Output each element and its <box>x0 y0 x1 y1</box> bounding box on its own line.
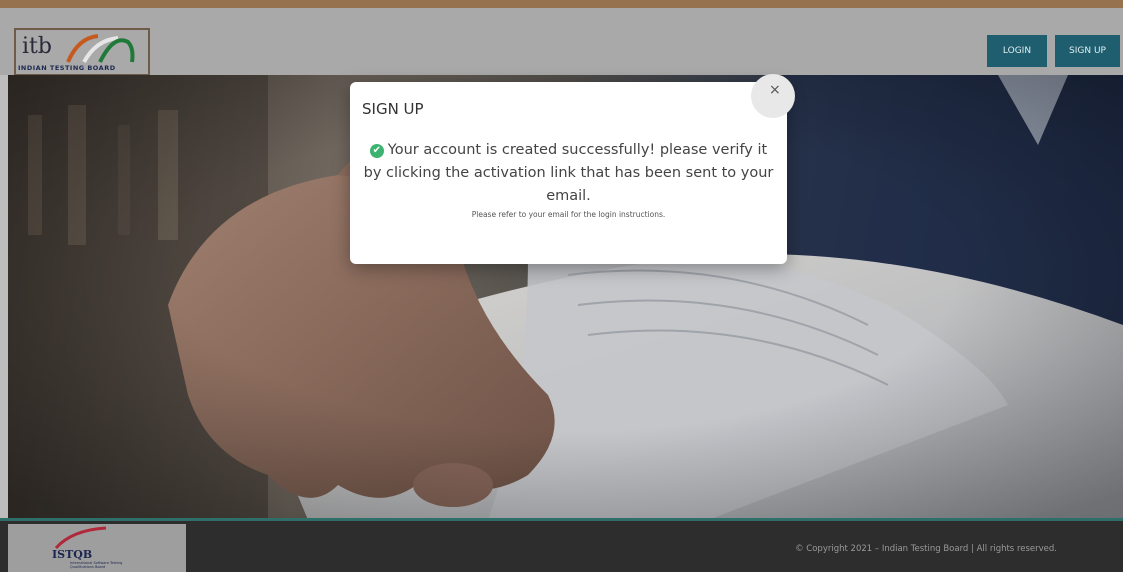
itb-logo[interactable]: itb INDIAN TESTING BOARD <box>14 28 150 76</box>
top-accent-bar <box>0 0 1123 8</box>
istqb-logo-subtitle: International Software Testing Qualifica… <box>70 561 123 569</box>
login-instructions-note: Please refer to your email for the login… <box>471 210 666 219</box>
istqb-logo[interactable]: ISTQB International Software Testing Qua… <box>8 524 186 572</box>
logo-subtitle: INDIAN TESTING BOARD <box>18 64 116 72</box>
logo-text: itb <box>22 34 52 59</box>
success-message-container: ✔ Your account is created successfully! p… <box>350 139 787 208</box>
modal-title: SIGN UP <box>362 100 424 118</box>
page: itb INDIAN TESTING BOARD LOGIN SIGN UP I… <box>0 0 1123 572</box>
istqb-swoosh-icon <box>54 526 107 550</box>
modal-body: ✔ Your account is created successfully! p… <box>350 139 787 219</box>
istqb-logo-text: ISTQB <box>52 548 93 561</box>
login-button[interactable]: LOGIN <box>987 35 1047 67</box>
close-icon[interactable]: × <box>751 74 795 118</box>
check-circle-icon: ✔ <box>369 144 384 158</box>
success-message: Your account is created successfully! pl… <box>363 142 774 204</box>
copyright-text: © Copyright 2021 – Indian Testing Board … <box>795 544 1057 554</box>
site-header: itb INDIAN TESTING BOARD LOGIN SIGN UP <box>0 8 1123 76</box>
signup-button[interactable]: SIGN UP <box>1055 35 1120 67</box>
flag-swoosh-icon <box>66 34 135 63</box>
signup-modal: × SIGN UP ✔ Your account is created succe… <box>350 74 795 264</box>
site-footer: ISTQB International Software Testing Qua… <box>0 518 1123 572</box>
